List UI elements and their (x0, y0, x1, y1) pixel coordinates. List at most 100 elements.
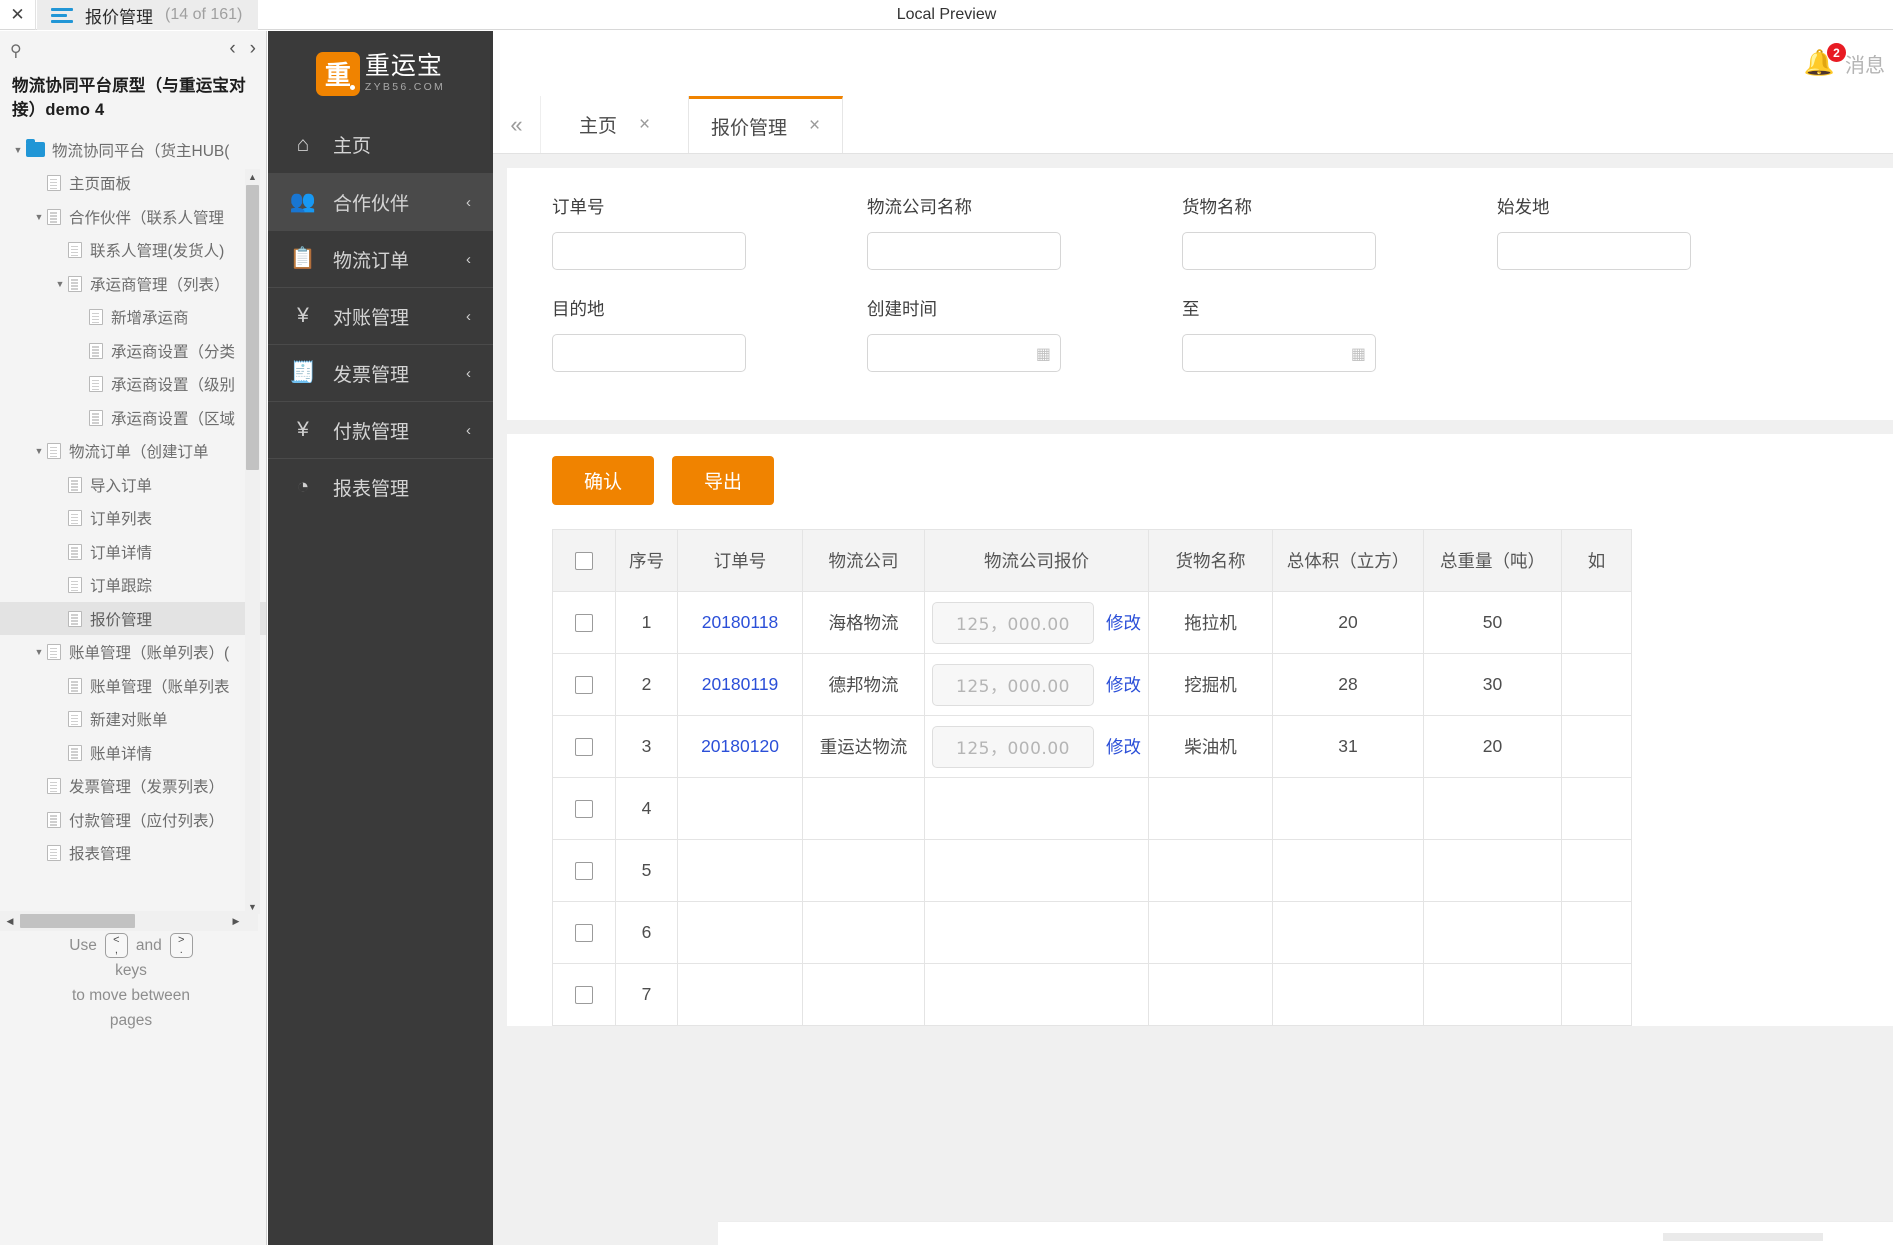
order-no-cell[interactable]: 20180120 (677, 715, 803, 778)
tree-item[interactable]: ▼ 承运商管理（列表） (0, 267, 266, 301)
tree-item[interactable]: 发票管理（发票列表） (0, 769, 266, 803)
hscrollbar-thumb[interactable] (20, 914, 135, 928)
tab-2[interactable]: 报价管理 × (689, 96, 844, 153)
tab-1[interactable]: 主页 × (541, 96, 689, 153)
tree-item[interactable]: 报价管理 (0, 601, 266, 636)
scroll-up-icon[interactable]: ▲ (245, 169, 260, 184)
tree-item[interactable]: 订单列表 (0, 501, 266, 535)
chevron-left-icon[interactable]: ‹ (466, 194, 471, 211)
row-select-cell[interactable] (552, 591, 616, 654)
price-input[interactable]: 125，000.00 (932, 601, 1094, 644)
chevron-down-icon[interactable]: ▼ (31, 647, 47, 657)
tree-item[interactable]: 承运商设置（分类 (0, 334, 266, 368)
export-button[interactable]: 导出 (672, 456, 775, 505)
calendar-icon[interactable]: ▦ (1036, 344, 1051, 364)
tree-item[interactable]: 承运商设置（区域 (0, 401, 266, 435)
tree-item[interactable]: 账单管理（账单列表 (0, 669, 266, 703)
scrollbar-thumb[interactable] (246, 185, 259, 470)
price-input[interactable]: 125，000.00 (932, 663, 1094, 706)
row-select-cell[interactable] (552, 963, 616, 1026)
tree-item[interactable]: 报表管理 (0, 836, 266, 870)
tree-horizontal-scrollbar[interactable]: ◀ ▶ (0, 911, 258, 931)
search-icon[interactable]: ⚲ (10, 41, 22, 61)
sidebar-item-6[interactable]: ¥ 付款管理 ‹ (268, 401, 493, 458)
row-select-cell[interactable] (552, 839, 616, 902)
price-cell[interactable]: 125，000.00 修改 (924, 653, 1149, 716)
row-checkbox[interactable] (575, 800, 593, 819)
tree-item[interactable]: ▼ 物流协同平台（货主HUB( (0, 133, 266, 167)
tree-item[interactable]: 新建对账单 (0, 702, 266, 736)
next-page-arrow[interactable]: › (250, 39, 256, 58)
row-checkbox[interactable] (575, 986, 593, 1005)
price-cell[interactable]: 125，000.00 修改 (924, 715, 1149, 778)
filter-input[interactable]: ▦ (867, 334, 1061, 372)
tree-item[interactable]: ▼ 物流订单（创建订单 (0, 434, 266, 468)
sidebar-item-1[interactable]: ⌂ 主页 (268, 116, 493, 173)
row-checkbox[interactable] (575, 862, 593, 881)
row-select-cell[interactable] (552, 715, 616, 778)
price-cell[interactable]: 125，000.00 修改 (924, 591, 1149, 654)
edit-price-link[interactable]: 修改 (1106, 734, 1141, 759)
chevron-left-icon[interactable]: ‹ (466, 422, 471, 439)
row-checkbox[interactable] (575, 738, 593, 757)
tree-item[interactable]: 主页面板 (0, 166, 266, 200)
tree-item[interactable]: 账单详情 (0, 736, 266, 770)
tree-item[interactable]: 联系人管理(发货人) (0, 233, 266, 267)
prev-page-arrow[interactable]: ‹ (229, 39, 235, 58)
row-checkbox[interactable] (575, 924, 593, 943)
row-checkbox[interactable] (575, 614, 593, 633)
order-no-link[interactable]: 20180118 (702, 612, 779, 632)
scroll-left-icon[interactable]: ◀ (2, 911, 18, 931)
chevron-left-icon[interactable]: ‹ (466, 365, 471, 382)
tree-item[interactable]: ▼ 合作伙伴（联系人管理 (0, 200, 266, 234)
sidebar-item-2[interactable]: 👥 合作伙伴 ‹ (268, 173, 493, 230)
sidebar-item-4[interactable]: ¥ 对账管理 ‹ (268, 287, 493, 344)
tree-item[interactable]: 订单详情 (0, 535, 266, 569)
edit-price-link[interactable]: 修改 (1106, 672, 1141, 697)
order-no-link[interactable]: 20180119 (702, 674, 779, 694)
order-no-cell[interactable]: 20180119 (677, 653, 803, 716)
sidebar-item-7[interactable]: ◔ 报表管理 (268, 458, 493, 515)
tree-item[interactable]: 导入订单 (0, 468, 266, 502)
row-select-cell[interactable] (552, 653, 616, 716)
chevron-left-icon[interactable]: ‹ (466, 251, 471, 268)
scroll-right-icon[interactable]: ▶ (228, 911, 244, 931)
tab-close-icon[interactable]: × (809, 115, 820, 137)
select-all-header[interactable] (552, 529, 616, 592)
collapse-left-icon[interactable]: « (493, 96, 541, 153)
tree-item[interactable]: 承运商设置（级别 (0, 367, 266, 401)
price-input[interactable]: 125，000.00 (932, 725, 1094, 768)
row-checkbox[interactable] (575, 676, 593, 695)
filter-input[interactable] (1182, 232, 1376, 270)
select-all-checkbox[interactable] (575, 552, 593, 571)
filter-input[interactable]: ▦ (1182, 334, 1376, 372)
order-no-cell[interactable]: 20180118 (677, 591, 803, 654)
filter-input[interactable] (552, 232, 746, 270)
chevron-down-icon[interactable]: ▼ (31, 446, 47, 456)
tab-close-icon[interactable]: × (639, 114, 650, 136)
chevron-down-icon[interactable]: ▼ (31, 212, 47, 222)
filter-input[interactable] (1497, 232, 1691, 270)
messages-label[interactable]: 消息 (1845, 49, 1885, 78)
preview-tab[interactable]: 报价管理 (14 of 161) (37, 0, 259, 30)
tree-item[interactable]: 订单跟踪 (0, 568, 266, 602)
chevron-left-icon[interactable]: ‹ (466, 308, 471, 325)
bell-icon[interactable]: 🔔 2 (1804, 43, 1846, 78)
sidebar-item-3[interactable]: 📋 物流订单 ‹ (268, 230, 493, 287)
tree-item[interactable]: ▼ 账单管理（账单列表）( (0, 635, 266, 669)
calendar-icon[interactable]: ▦ (1351, 344, 1366, 364)
row-select-cell[interactable] (552, 777, 616, 840)
confirm-button[interactable]: 确认 (552, 456, 655, 505)
row-select-cell[interactable] (552, 901, 616, 964)
tree-item[interactable]: 付款管理（应付列表） (0, 803, 266, 837)
app-logo[interactable]: 重 重运宝 ZYB56.COM (268, 31, 493, 116)
hamburger-icon[interactable] (51, 7, 73, 23)
filter-input[interactable] (552, 334, 746, 372)
order-no-link[interactable]: 20180120 (701, 736, 779, 756)
page-tree[interactable]: ▼ 物流协同平台（货主HUB(主页面板 ▼ 合作伙伴（联系人管理 联系人管理(发货人) ▼… (0, 133, 266, 870)
filter-input[interactable] (867, 232, 1061, 270)
edit-price-link[interactable]: 修改 (1106, 610, 1141, 635)
chevron-down-icon[interactable]: ▼ (52, 279, 68, 289)
chevron-down-icon[interactable]: ▼ (10, 145, 26, 155)
tree-item[interactable]: 新增承运商 (0, 300, 266, 334)
